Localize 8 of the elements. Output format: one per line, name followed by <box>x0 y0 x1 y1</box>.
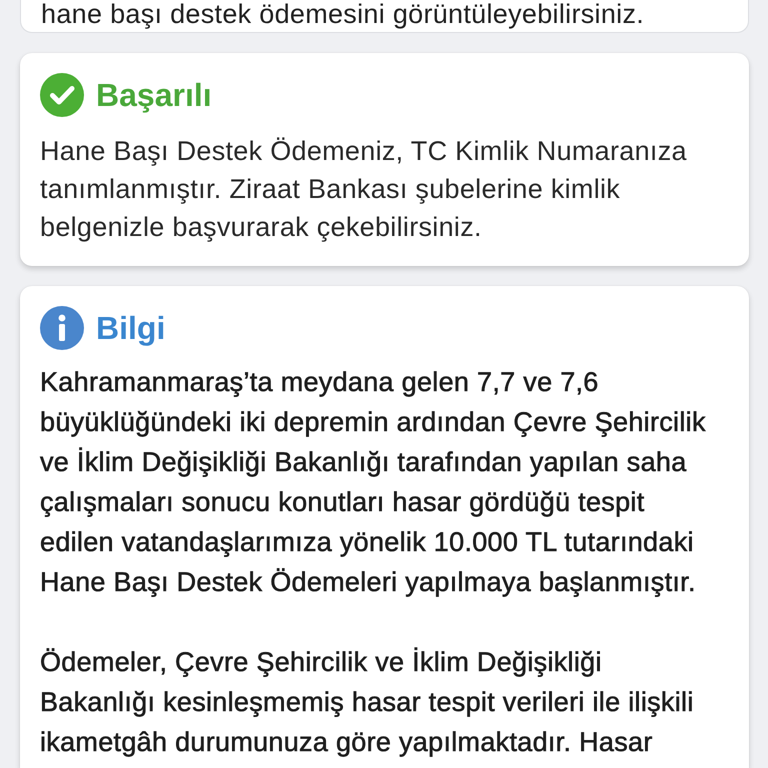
card-title: Bilgi <box>96 309 166 348</box>
message-text: hane başı destek ödemesini görüntüleyebilirsiniz. <box>41 0 646 28</box>
info-icon <box>40 306 84 350</box>
card-title: Başarılı <box>96 76 212 115</box>
message-text: Hane Başı Destek Ödemeniz, TC Kimlik Numaranıza tanımlanmıştır. Ziraat Bankası şubelerine kimlik belgenizle başvurarak çekebilirsiniz. <box>40 135 688 244</box>
message-text: Ödemeler, Çevre Şehircilik ve İklim Değişikliği Bakanlığı kesinleşmemiş hasar tespit verileri ile ilişkili ikametgâh durumunuza göre yapılmaktadır. Hasar <box>40 646 695 759</box>
check-circle-icon <box>40 73 84 117</box>
message-text: Kahramanmaraş’ta meydana gelen 7,7 ve 7,6 büyüklüğündeki iki depremin ardından Çevre Şehircilik ve İklim Değişikliği Bakanlığı tarafından yapılan saha çalışmaları sonucu konutları hasar gördüğü tespit edilen vatandaşlarımıza yönelik 10.000 TL tutarındaki Hane Başı Destek Ödemeleri yapılmaya başlanmıştır. <box>40 366 707 599</box>
